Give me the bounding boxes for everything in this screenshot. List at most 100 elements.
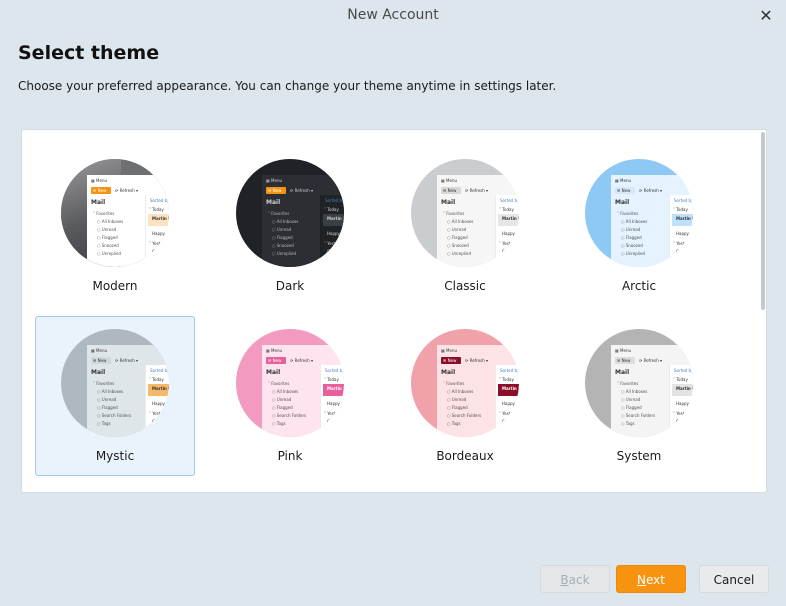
- app-preview: ▦ Menu ✉ New ⟳ Refresh ▾ Mail ˅ Favorites ○ A…: [437, 345, 519, 437]
- preview-group: ˅ Today: [499, 207, 514, 212]
- preview-sort: Sorted by: Recei: [150, 368, 169, 373]
- back-mnemonic: B: [560, 573, 569, 587]
- window-title: New Account: [347, 7, 439, 23]
- back-button[interactable]: Back: [540, 565, 610, 593]
- theme-preview: ▦ Menu ✉ New ⟳ Refresh ▾ Mail ˅ Favorites ○ A…: [236, 159, 344, 267]
- preview-message: Happy Co: [327, 231, 344, 236]
- preview-folder: ○ All Inboxes: [97, 389, 124, 394]
- preview-group: ˅ Yesterday: [499, 411, 519, 416]
- theme-tile-classic[interactable]: ▦ Menu ✉ New ⟳ Refresh ▾ Mail ˅ Favorites ○ A…: [385, 146, 545, 306]
- preview-message-list: Sorted by: Recei ˅ Today Martin Hale Happy …: [669, 365, 693, 437]
- app-preview: ▦ Menu ✉ New ⟳ Refresh ▾ Mail ˅ Favorites ○ A…: [437, 175, 519, 267]
- cancel-button[interactable]: Cancel: [699, 565, 769, 593]
- preview-new-button: ✉ New: [91, 357, 111, 364]
- close-icon[interactable]: ✕: [756, 6, 776, 26]
- theme-gallery: ▦ Menu ✉ New ⟳ Refresh ▾ Mail ˅ Favorites ○ A…: [21, 129, 767, 493]
- preview-folder: ○ All Inboxes: [447, 219, 474, 224]
- app-preview: ▦ Menu ✉ New ⟳ Refresh ▾ Mail ˅ Favorites ○ A…: [87, 175, 169, 267]
- preview-menu: ▦ Menu: [266, 178, 283, 183]
- preview-mail-title: Mail: [266, 369, 281, 376]
- preview-folder: ○ Snoozed: [272, 243, 294, 248]
- theme-tile-pink[interactable]: ▦ Menu ✉ New ⟳ Refresh ▾ Mail ˅ Favorites ○ A…: [210, 316, 370, 476]
- preview-message-list: Sorted by: Recei ˅ Today Martin Hale Happy …: [145, 365, 169, 437]
- preview-folder: ○ Unread: [621, 227, 641, 232]
- preview-folder: ○ Tags: [97, 421, 111, 426]
- preview-message-list: Sorted by: Recei ˅ Today Martin Hale Happy …: [145, 195, 169, 267]
- preview-folder: ○ Tags: [272, 421, 286, 426]
- preview-mail-title: Mail: [91, 199, 106, 206]
- theme-preview: ▦ Menu ✉ New ⟳ Refresh ▾ Mail ˅ Favorites ○ A…: [585, 159, 693, 267]
- preview-message: Come: [502, 419, 514, 424]
- preview-mail-title: Mail: [615, 199, 630, 206]
- preview-folder: ○ Search Folders: [272, 413, 307, 418]
- preview-folder: ˅ Favorites: [268, 381, 290, 386]
- preview-menu: ▦ Menu: [441, 178, 458, 183]
- preview-new-button: ✉ New: [441, 357, 461, 364]
- theme-tile-dark[interactable]: ▦ Menu ✉ New ⟳ Refresh ▾ Mail ˅ Favorites ○ A…: [210, 146, 370, 306]
- theme-tile-modern[interactable]: ▦ Menu ✉ New ⟳ Refresh ▾ Mail ˅ Favorites ○ A…: [35, 146, 195, 306]
- preview-message: Happy Co: [676, 401, 693, 406]
- preview-menu: ▦ Menu: [615, 348, 632, 353]
- preview-message: Come: [152, 249, 164, 254]
- theme-label: Classic: [444, 279, 486, 293]
- preview-folder: ○ Unreplied: [621, 251, 646, 256]
- preview-sort: Sorted by: Recei: [674, 198, 693, 203]
- app-preview: ▦ Menu ✉ New ⟳ Refresh ▾ Mail ˅ Favorites ○ A…: [611, 175, 693, 267]
- preview-mail-title: Mail: [441, 369, 456, 376]
- preview-group: ˅ Yesterday: [673, 241, 693, 246]
- preview-folder: ○ Unread: [621, 397, 641, 402]
- preview-folder: ○ All Inboxes: [272, 389, 299, 394]
- preview-message: Martin Hale: [327, 216, 344, 221]
- preview-folder: ○ Tags: [621, 421, 635, 426]
- preview-group: ˅ Yesterday: [149, 241, 169, 246]
- preview-message: Happy Co: [327, 401, 344, 406]
- gallery-scrollbar[interactable]: [761, 132, 765, 310]
- preview-folder: ˅ Favorites: [93, 211, 115, 216]
- preview-group: ˅ Today: [324, 377, 339, 382]
- preview-folder: ○ Flagged: [272, 235, 293, 240]
- theme-preview: ▦ Menu ✉ New ⟳ Refresh ▾ Mail ˅ Favorites ○ A…: [236, 329, 344, 437]
- app-preview: ▦ Menu ✉ New ⟳ Refresh ▾ Mail ˅ Favorites ○ A…: [262, 175, 344, 267]
- preview-message: Happy Co: [502, 231, 519, 236]
- preview-folder: ○ Tags: [447, 421, 461, 426]
- preview-message: Martin Hale: [152, 386, 169, 391]
- theme-preview: ▦ Menu ✉ New ⟳ Refresh ▾ Mail ˅ Favorites ○ A…: [585, 329, 693, 437]
- preview-message-list: Sorted by: Recei ˅ Today Martin Hale Happy …: [320, 365, 344, 437]
- preview-folder: ○ Unreplied: [272, 251, 297, 256]
- preview-new-button: ✉ New: [615, 187, 635, 194]
- theme-preview: ▦ Menu ✉ New ⟳ Refresh ▾ Mail ˅ Favorites ○ A…: [61, 159, 169, 267]
- preview-menu: ▦ Menu: [441, 348, 458, 353]
- preview-message: Come: [152, 419, 164, 424]
- preview-message: Come: [502, 249, 514, 254]
- preview-refresh: ⟳ Refresh ▾: [290, 358, 314, 363]
- theme-tile-bordeaux[interactable]: ▦ Menu ✉ New ⟳ Refresh ▾ Mail ˅ Favorites ○ A…: [385, 316, 545, 476]
- preview-new-button: ✉ New: [441, 187, 461, 194]
- preview-group: ˅ Today: [673, 207, 688, 212]
- preview-group: ˅ Today: [499, 377, 514, 382]
- preview-new-button: ✉ New: [615, 357, 635, 364]
- preview-folder: ○ Unreplied: [447, 251, 472, 256]
- preview-group: ˅ Yesterday: [324, 411, 344, 416]
- preview-message: Come: [327, 249, 339, 254]
- preview-folder: ○ Unread: [272, 397, 292, 402]
- theme-tile-mystic[interactable]: ▦ Menu ✉ New ⟳ Refresh ▾ Mail ˅ Favorites ○ A…: [35, 316, 195, 476]
- app-preview: ▦ Menu ✉ New ⟳ Refresh ▾ Mail ˅ Favorites ○ A…: [611, 345, 693, 437]
- preview-folder: ○ Snoozed: [621, 243, 643, 248]
- preview-refresh: ⟳ Refresh ▾: [290, 188, 314, 193]
- preview-sort: Sorted by: Recei: [150, 198, 169, 203]
- preview-refresh: ⟳ Refresh ▾: [115, 188, 139, 193]
- theme-tile-arctic[interactable]: ▦ Menu ✉ New ⟳ Refresh ▾ Mail ˅ Favorites ○ A…: [559, 146, 719, 306]
- theme-label: Dark: [275, 279, 305, 293]
- preview-message-list: Sorted by: Recei ˅ Today Martin Hale Happy …: [495, 195, 519, 267]
- next-button[interactable]: Next: [616, 565, 686, 593]
- preview-sort: Sorted by: Recei: [325, 198, 344, 203]
- preview-folder: ˅ Favorites: [617, 211, 639, 216]
- preview-message: Martin Hale: [676, 386, 693, 391]
- preview-message: Martin Hale: [152, 216, 169, 221]
- preview-message: Martin Hale: [502, 216, 519, 221]
- theme-label: Modern: [92, 279, 138, 293]
- theme-tile-system[interactable]: ▦ Menu ✉ New ⟳ Refresh ▾ Mail ˅ Favorites ○ A…: [559, 316, 719, 476]
- preview-folder: ○ Search Folders: [97, 413, 132, 418]
- preview-folder: ˅ Favorites: [617, 381, 639, 386]
- preview-message: Happy Co: [676, 231, 693, 236]
